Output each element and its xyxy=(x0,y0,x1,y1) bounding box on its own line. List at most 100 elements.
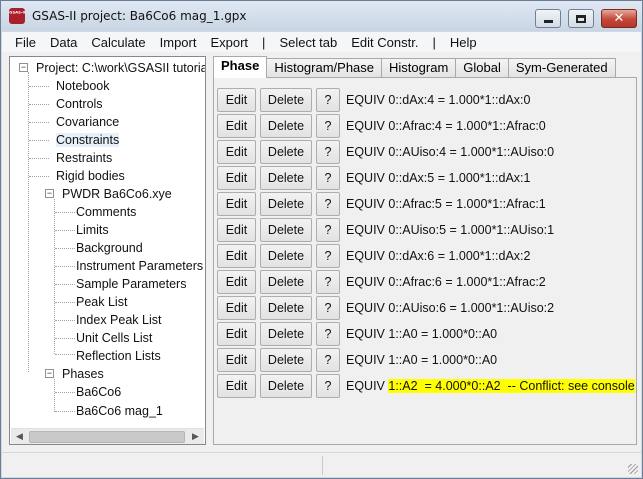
minimize-button[interactable] xyxy=(535,9,561,28)
delete-button[interactable]: Delete xyxy=(260,270,312,294)
menu-help[interactable]: Help xyxy=(443,35,484,50)
tab-histogram[interactable]: Histogram xyxy=(381,58,457,78)
edit-button[interactable]: Edit xyxy=(217,88,256,112)
tree-item-notebook[interactable]: Notebook xyxy=(56,77,110,95)
edit-button[interactable]: Edit xyxy=(217,192,256,216)
tree-item-phase-ba6co6[interactable]: Ba6Co6 xyxy=(76,383,121,401)
tree-item-label: Limits xyxy=(76,223,109,237)
tree-item-limits[interactable]: Limits xyxy=(76,221,109,239)
tree-connector xyxy=(55,248,75,249)
menu-select-tab[interactable]: Select tab xyxy=(272,35,344,50)
delete-button[interactable]: Delete xyxy=(260,218,312,242)
tree-item-comments[interactable]: Comments xyxy=(76,203,136,221)
tree-item-restraints[interactable]: Restraints xyxy=(56,149,112,167)
delete-button[interactable]: Delete xyxy=(260,166,312,190)
tree-connector xyxy=(55,284,75,285)
edit-button[interactable]: Edit xyxy=(217,374,256,398)
edit-button[interactable]: Edit xyxy=(217,348,256,372)
tab-sym-generated[interactable]: Sym-Generated xyxy=(507,58,616,78)
delete-button[interactable]: Delete xyxy=(260,88,312,112)
tab-histogram-phase[interactable]: Histogram/Phase xyxy=(266,58,383,78)
tree-item-label: Rigid bodies xyxy=(56,169,125,183)
edit-button[interactable]: Edit xyxy=(217,166,256,190)
help-button[interactable]: ? xyxy=(316,166,340,190)
tree-item-label: Controls xyxy=(56,97,103,111)
title-bar[interactable]: GSAS-II GSAS-II project: Ba6Co6 mag_1.gp… xyxy=(1,1,642,31)
constraint-row: Edit Delete ? EQUIV 0::dAx:5 = 1.000*1::… xyxy=(217,166,531,190)
edit-button[interactable]: Edit xyxy=(217,322,256,346)
edit-button[interactable]: Edit xyxy=(217,244,256,268)
delete-button[interactable]: Delete xyxy=(260,140,312,164)
tree-item-peak-list[interactable]: Peak List xyxy=(76,293,127,311)
tree-item-sample-parameters[interactable]: Sample Parameters xyxy=(76,275,186,293)
status-bar xyxy=(2,452,641,477)
help-button[interactable]: ? xyxy=(316,88,340,112)
collapse-icon[interactable]: − xyxy=(45,369,54,378)
tree-item-covariance[interactable]: Covariance xyxy=(56,113,119,131)
tree-item-label: Comments xyxy=(76,205,137,219)
tab-phase[interactable]: Phase xyxy=(213,56,268,78)
menu-import[interactable]: Import xyxy=(153,35,204,50)
tree-item-reflection-lists[interactable]: Reflection Lists xyxy=(76,347,161,365)
tree-item-label: Ba6Co6 mag_1 xyxy=(76,404,163,418)
tree-item-unit-cells-list[interactable]: Unit Cells List xyxy=(76,329,152,347)
tree-item-constraints[interactable]: Constraints xyxy=(56,131,120,149)
tree-item-label: Peak List xyxy=(76,295,128,309)
help-button[interactable]: ? xyxy=(316,348,340,372)
maximize-button[interactable] xyxy=(568,9,594,28)
collapse-icon[interactable]: − xyxy=(19,63,28,72)
edit-button[interactable]: Edit xyxy=(217,218,256,242)
tree-item-index-peak-list[interactable]: Index Peak List xyxy=(76,311,161,329)
scrollbar-thumb[interactable] xyxy=(29,431,185,443)
delete-button[interactable]: Delete xyxy=(260,374,312,398)
delete-button[interactable]: Delete xyxy=(260,348,312,372)
delete-button[interactable]: Delete xyxy=(260,192,312,216)
tree-horizontal-scrollbar[interactable]: ◀ ▶ xyxy=(11,428,204,444)
help-button[interactable]: ? xyxy=(316,296,340,320)
delete-button[interactable]: Delete xyxy=(260,114,312,138)
tree-connector xyxy=(29,86,49,87)
menu-bar: File Data Calculate Import Export | Sele… xyxy=(2,32,641,52)
menu-calculate[interactable]: Calculate xyxy=(84,35,152,50)
tree-item-background[interactable]: Background xyxy=(76,239,143,257)
tree-item-label: Restraints xyxy=(56,151,113,165)
delete-button[interactable]: Delete xyxy=(260,296,312,320)
tree-connector xyxy=(55,411,75,412)
menu-export[interactable]: Export xyxy=(203,35,255,50)
tree-connector xyxy=(29,140,49,141)
help-button[interactable]: ? xyxy=(316,114,340,138)
tree-item-instrument-parameters[interactable]: Instrument Parameters xyxy=(76,257,203,275)
tree-phases-label: Phases xyxy=(62,367,104,381)
edit-button[interactable]: Edit xyxy=(217,114,256,138)
delete-button[interactable]: Delete xyxy=(260,244,312,268)
gsas-app-icon: GSAS-II xyxy=(9,8,25,24)
help-button[interactable]: ? xyxy=(316,244,340,268)
resize-grip-icon[interactable] xyxy=(628,464,638,474)
tree-item-controls[interactable]: Controls xyxy=(56,95,103,113)
close-button[interactable]: ✕ xyxy=(601,9,637,28)
tab-global[interactable]: Global xyxy=(455,58,509,78)
menu-file[interactable]: File xyxy=(2,35,43,50)
help-button[interactable]: ? xyxy=(316,218,340,242)
collapse-icon[interactable]: − xyxy=(45,189,54,198)
data-tree[interactable]: − Project: C:\work\GSASII tutorials Note… xyxy=(9,56,206,445)
menu-edit-constr[interactable]: Edit Constr. xyxy=(344,35,425,50)
tree-item-label: Notebook xyxy=(56,79,110,93)
edit-button[interactable]: Edit xyxy=(217,296,256,320)
tree-item-phase-ba6co6-mag1[interactable]: Ba6Co6 mag_1 xyxy=(76,402,163,420)
tree-item-rigid-bodies[interactable]: Rigid bodies xyxy=(56,167,125,185)
delete-button[interactable]: Delete xyxy=(260,322,312,346)
menu-data[interactable]: Data xyxy=(43,35,84,50)
constraint-text: EQUIV 0::dAx:4 = 1.000*1::dAx:0 xyxy=(346,93,531,107)
help-button[interactable]: ? xyxy=(316,192,340,216)
tree-connector xyxy=(55,302,75,303)
help-button[interactable]: ? xyxy=(316,270,340,294)
help-button[interactable]: ? xyxy=(316,322,340,346)
help-button[interactable]: ? xyxy=(316,140,340,164)
constraint-text: EQUIV 0::dAx:5 = 1.000*1::dAx:1 xyxy=(346,171,531,185)
help-button[interactable]: ? xyxy=(316,374,340,398)
scroll-left-icon[interactable]: ◀ xyxy=(11,429,28,444)
edit-button[interactable]: Edit xyxy=(217,270,256,294)
scroll-right-icon[interactable]: ▶ xyxy=(187,429,204,444)
edit-button[interactable]: Edit xyxy=(217,140,256,164)
